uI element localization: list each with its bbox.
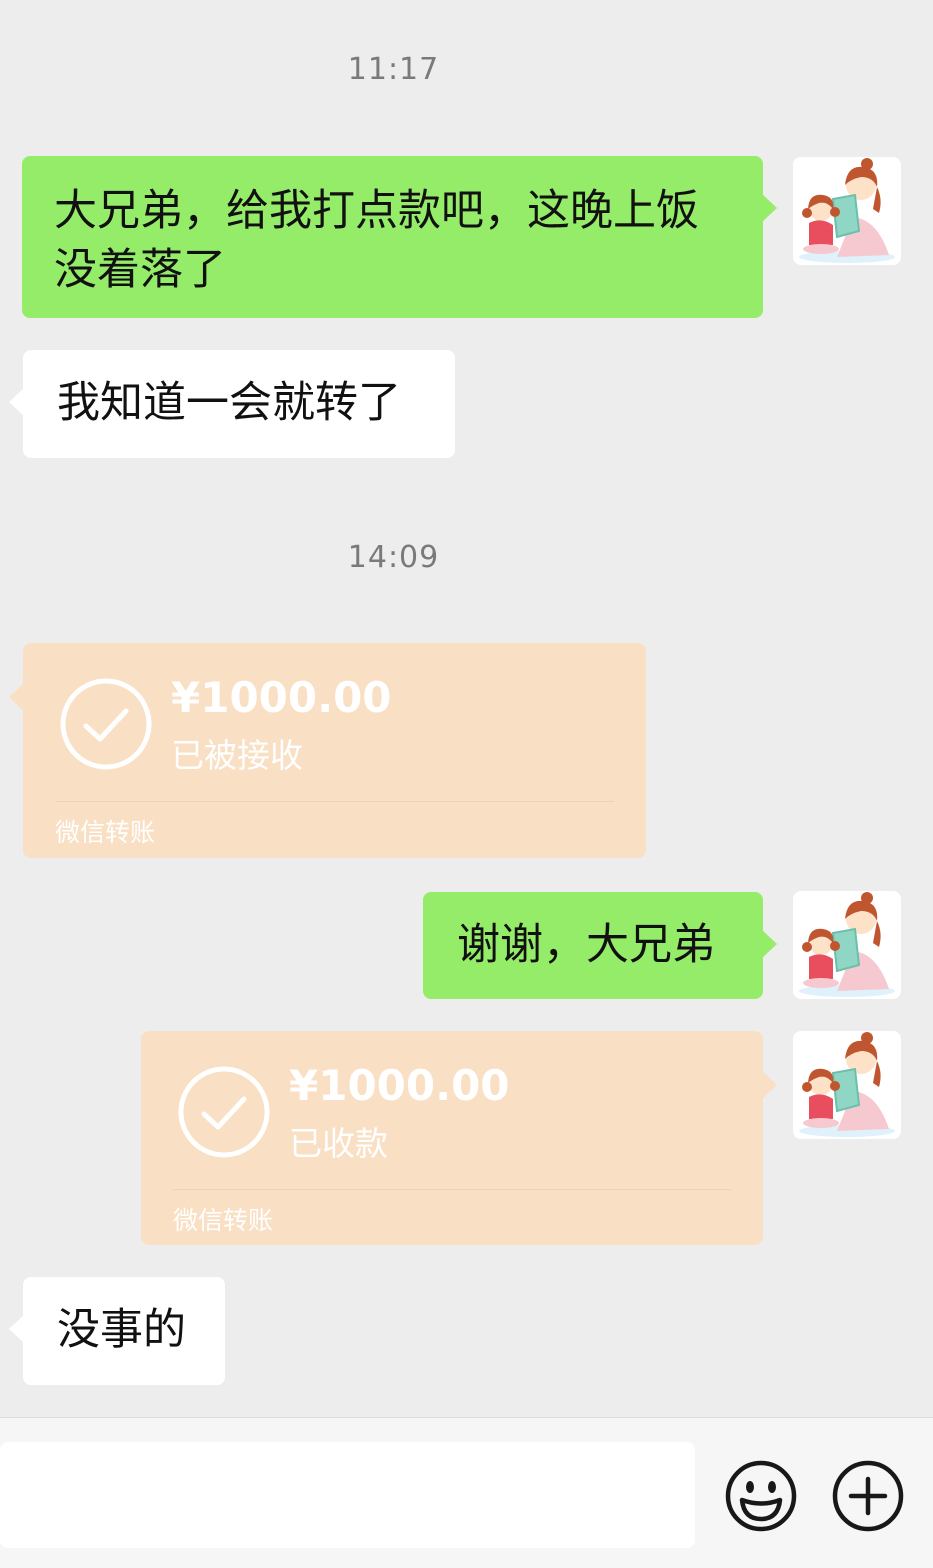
message-text: 没事的: [57, 1305, 186, 1355]
mother-reading-avatar-icon: [799, 1032, 895, 1137]
transfer-amount: ¥1000.00: [289, 1061, 510, 1110]
user-avatar[interactable]: [793, 157, 901, 265]
transfer-label: 微信转账: [55, 818, 156, 847]
check-circle-icon: [60, 678, 152, 770]
emoji-icon[interactable]: [724, 1459, 798, 1533]
check-circle-icon: [178, 1066, 270, 1158]
mother-reading-avatar-icon: [799, 158, 895, 263]
timestamp: 14:09: [347, 540, 440, 575]
user-avatar[interactable]: [793, 891, 901, 999]
message-input[interactable]: [0, 1442, 695, 1548]
divider: [173, 1189, 731, 1190]
input-bar: [0, 1417, 933, 1568]
received-message-bubble[interactable]: 没事的: [9, 1277, 225, 1385]
sent-message-bubble[interactable]: 大兄弟，给我打点款吧，这晚上饭没着落了: [22, 156, 777, 318]
transfer-card-sent[interactable]: ¥1000.00 已收款 微信转账: [141, 1031, 777, 1245]
plus-icon[interactable]: [831, 1459, 905, 1533]
timestamp: 11:17: [347, 52, 440, 87]
divider: [55, 801, 614, 802]
transfer-amount: ¥1000.00: [171, 673, 392, 722]
message-text: 我知道一会就转了: [57, 378, 401, 428]
transfer-label: 微信转账: [173, 1206, 274, 1235]
mother-reading-avatar-icon: [799, 892, 895, 997]
received-message-bubble[interactable]: 我知道一会就转了: [9, 350, 455, 458]
message-text: 大兄弟，给我打点款吧，这晚上饭没着落了: [54, 186, 699, 295]
transfer-card-received[interactable]: ¥1000.00 已被接收 微信转账: [9, 643, 646, 858]
transfer-status: 已被接收: [171, 736, 303, 775]
user-avatar[interactable]: [793, 1031, 901, 1139]
transfer-status: 已收款: [289, 1124, 388, 1163]
message-text: 谢谢，大兄弟: [457, 920, 715, 970]
sent-message-bubble[interactable]: 谢谢，大兄弟: [423, 892, 777, 999]
